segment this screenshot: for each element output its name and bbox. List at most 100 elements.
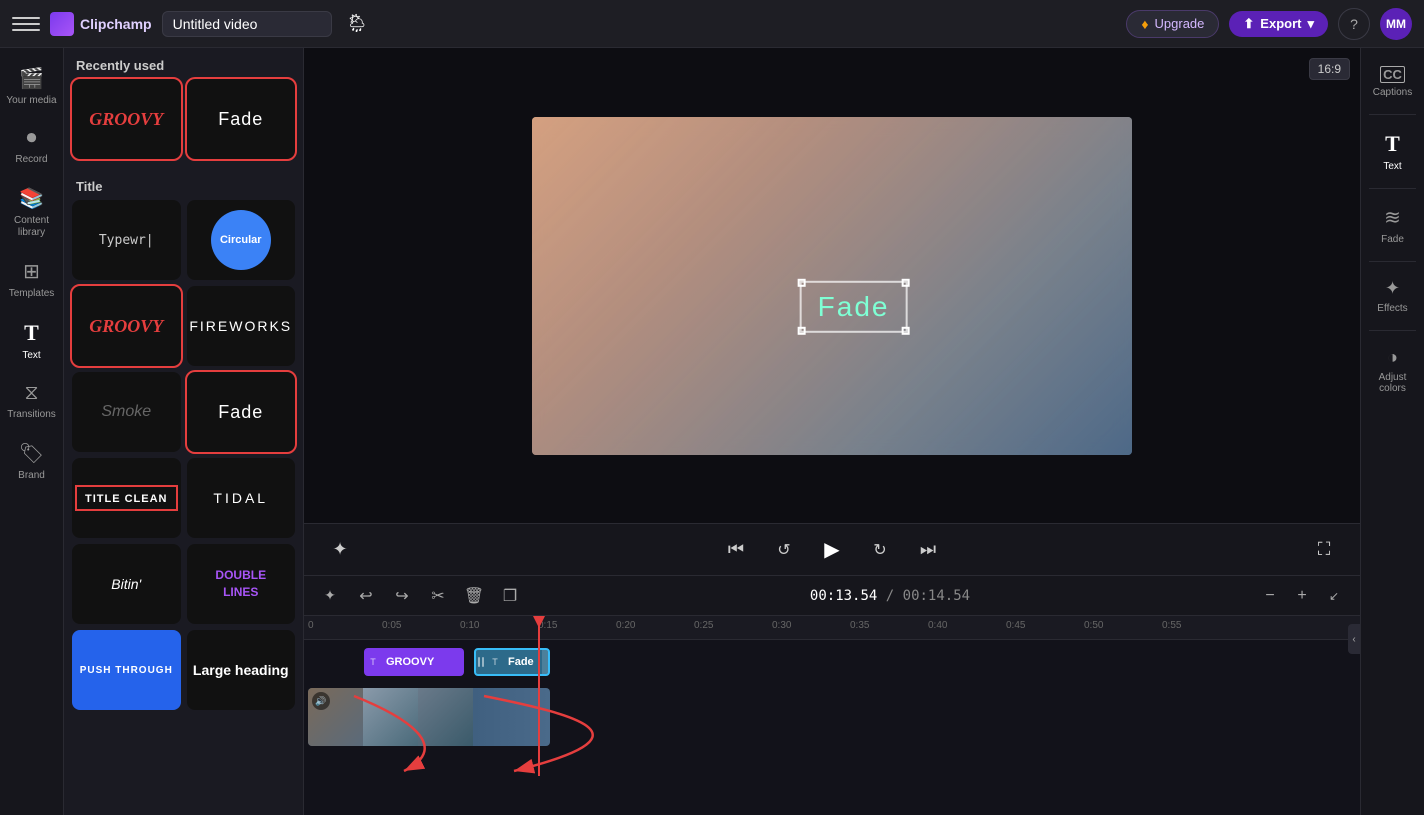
- divider-3: [1369, 261, 1416, 262]
- duplicate-button[interactable]: ❐: [496, 582, 524, 610]
- current-time: 00:13.54: [810, 588, 877, 604]
- sidebar-item-text[interactable]: T Text: [0, 310, 64, 372]
- panel-item-push-through[interactable]: PUSH THROUGH: [72, 630, 181, 710]
- push-through-label: PUSH THROUGH: [80, 665, 173, 676]
- recently-used-grid: GROOVY Fade: [64, 79, 303, 169]
- timeline-collapse-right[interactable]: ‹: [1348, 624, 1360, 654]
- fade-clip[interactable]: T Fade: [474, 648, 550, 676]
- ruler-mark-30: 0:30: [772, 620, 791, 631]
- bitin-label: Bitin': [111, 576, 141, 592]
- ruler-mark-45: 0:45: [1006, 620, 1025, 631]
- sidebar-item-your-media[interactable]: 🎬 Your media: [0, 56, 64, 117]
- circular-label: Circular: [220, 234, 262, 246]
- redo-button[interactable]: ↪: [388, 582, 416, 610]
- forward-button[interactable]: ↻: [864, 534, 896, 566]
- templates-icon: ⊞: [23, 259, 40, 284]
- cut-button[interactable]: ✂: [424, 582, 452, 610]
- typewriter-label: Typewr|: [99, 233, 154, 248]
- panel-item-tidal[interactable]: TIDAL: [187, 458, 296, 538]
- export-chevron: ▾: [1307, 16, 1314, 32]
- text-panel: Recently used GROOVY Fade Title Typewr|: [64, 48, 304, 815]
- panel-item-typewriter[interactable]: Typewr|: [72, 200, 181, 280]
- right-panel-fade[interactable]: ≋ Fade: [1365, 197, 1421, 253]
- video-title-input[interactable]: [162, 11, 332, 37]
- sidebar-item-label-content-library: Content library: [4, 215, 60, 239]
- total-time: /: [886, 588, 903, 604]
- delete-button[interactable]: 🗑: [460, 582, 488, 610]
- collapse-timeline-button[interactable]: ↙: [1320, 582, 1348, 610]
- video-preview: Fade: [532, 117, 1132, 455]
- skip-forward-button[interactable]: ⏭: [912, 534, 944, 566]
- fullscreen-button[interactable]: ⛶: [1308, 534, 1340, 566]
- export-label: Export: [1260, 16, 1301, 31]
- divider-2: [1369, 188, 1416, 189]
- overlay-text: Fade: [818, 290, 890, 321]
- panel-item-bitin[interactable]: Bitin': [72, 544, 181, 624]
- video-clip[interactable]: 🔊: [308, 688, 550, 746]
- panel-item-groovy-title[interactable]: GROOVY: [72, 286, 181, 366]
- smoke-label: Smoke: [101, 403, 151, 421]
- sidebar-item-templates[interactable]: ⊞ Templates: [0, 249, 64, 310]
- panel-item-smoke[interactable]: Smoke: [72, 372, 181, 452]
- panel-item-fade-title[interactable]: Fade: [187, 372, 296, 452]
- clean-title-label: Title Clean: [85, 493, 168, 505]
- title-section-title: Title: [64, 169, 303, 200]
- handle-tr[interactable]: [901, 278, 909, 286]
- export-button[interactable]: ⬆ Export ▾: [1229, 11, 1328, 37]
- panel-item-circular[interactable]: Circular: [187, 200, 296, 280]
- text-overlay[interactable]: Fade: [800, 280, 908, 332]
- magic-tool-button[interactable]: ✦: [316, 582, 344, 610]
- preview-controls: ✦ ⏮ ↺ ▶ ↻ ⏭ ⛶: [304, 523, 1360, 575]
- timeline-body[interactable]: 0 0:05 0:10 0:15 0:20 0:25 0:30 0:35 0:4…: [304, 616, 1360, 815]
- sidebar-item-record[interactable]: ⏺ Record: [0, 117, 64, 176]
- panel-item-clean-title[interactable]: Title Clean: [72, 458, 181, 538]
- upgrade-label: Upgrade: [1155, 16, 1205, 31]
- aspect-ratio-badge[interactable]: 16:9: [1309, 58, 1350, 80]
- sidebar-item-label-brand-kit: Brand: [18, 470, 45, 482]
- groovy-clip-label: GROOVY: [382, 656, 438, 668]
- effects-label: Effects: [1377, 303, 1407, 314]
- main-area: 🎬 Your media ⏺ Record 📚 Content library …: [0, 48, 1424, 815]
- panel-item-double-lines[interactable]: DoubleLines: [187, 544, 296, 624]
- handle-bl[interactable]: [798, 326, 806, 334]
- sidebar-item-brand-kit[interactable]: 🏷 Brand: [0, 431, 64, 492]
- panel-item-fade-recent[interactable]: Fade: [187, 79, 296, 159]
- timeline: ✦ ↩ ↪ ✂ 🗑 ❐ 00:13.54 / 00:14.54 − + ↙: [304, 575, 1360, 815]
- fade-clip-resize-handle[interactable]: [542, 650, 548, 674]
- undo-button[interactable]: ↩: [352, 582, 380, 610]
- right-panel: CC Captions T Text ≋ Fade ✦ Effects ◑ Ad…: [1360, 48, 1424, 815]
- center-area: 16:9 Fade ✦ ⏮ ↺ ▶ ↻ ⏭ ⛶: [304, 48, 1360, 815]
- sidebar-item-transitions[interactable]: ⧖ Transitions: [0, 372, 64, 431]
- captions-label: Captions: [1373, 87, 1412, 98]
- avatar[interactable]: MM: [1380, 8, 1412, 40]
- text-clips-track: T GROOVY T Fade: [304, 644, 1360, 680]
- groovy-recent-label: GROOVY: [89, 109, 163, 130]
- handle-tl[interactable]: [798, 278, 806, 286]
- upgrade-button[interactable]: ♦ Upgrade: [1126, 10, 1219, 38]
- zoom-out-button[interactable]: −: [1256, 582, 1284, 610]
- video-track: 🔊: [304, 686, 1360, 748]
- panel-item-groovy-recent[interactable]: GROOVY: [72, 79, 181, 159]
- right-panel-adjust-colors[interactable]: ◑ Adjust colors: [1365, 339, 1421, 402]
- right-panel-effects[interactable]: ✦ Effects: [1365, 270, 1421, 322]
- ruler-mark-0: 0: [308, 620, 314, 631]
- sidebar-item-label-templates: Templates: [9, 288, 55, 300]
- magic-button[interactable]: ✦: [324, 534, 356, 566]
- right-panel-captions[interactable]: CC Captions: [1365, 58, 1421, 106]
- ruler-mark-10: 0:10: [460, 620, 479, 631]
- zoom-in-button[interactable]: +: [1288, 582, 1316, 610]
- help-button[interactable]: ?: [1338, 8, 1370, 40]
- handle-br[interactable]: [901, 326, 909, 334]
- fade-clip-pause: [476, 657, 486, 667]
- sidebar-item-content-library[interactable]: 📚 Content library: [0, 176, 64, 249]
- fade-rp-icon: ≋: [1384, 205, 1401, 230]
- panel-item-large-heading[interactable]: Large heading: [187, 630, 296, 710]
- sidebar-item-label-record: Record: [15, 154, 47, 166]
- rewind-button[interactable]: ↺: [768, 534, 800, 566]
- skip-back-button[interactable]: ⏮: [720, 534, 752, 566]
- right-panel-text[interactable]: T Text: [1365, 123, 1421, 180]
- play-button[interactable]: ▶: [816, 534, 848, 566]
- groovy-clip[interactable]: T GROOVY: [364, 648, 464, 676]
- panel-item-fireworks[interactable]: Fireworks: [187, 286, 296, 366]
- menu-button[interactable]: [12, 10, 40, 38]
